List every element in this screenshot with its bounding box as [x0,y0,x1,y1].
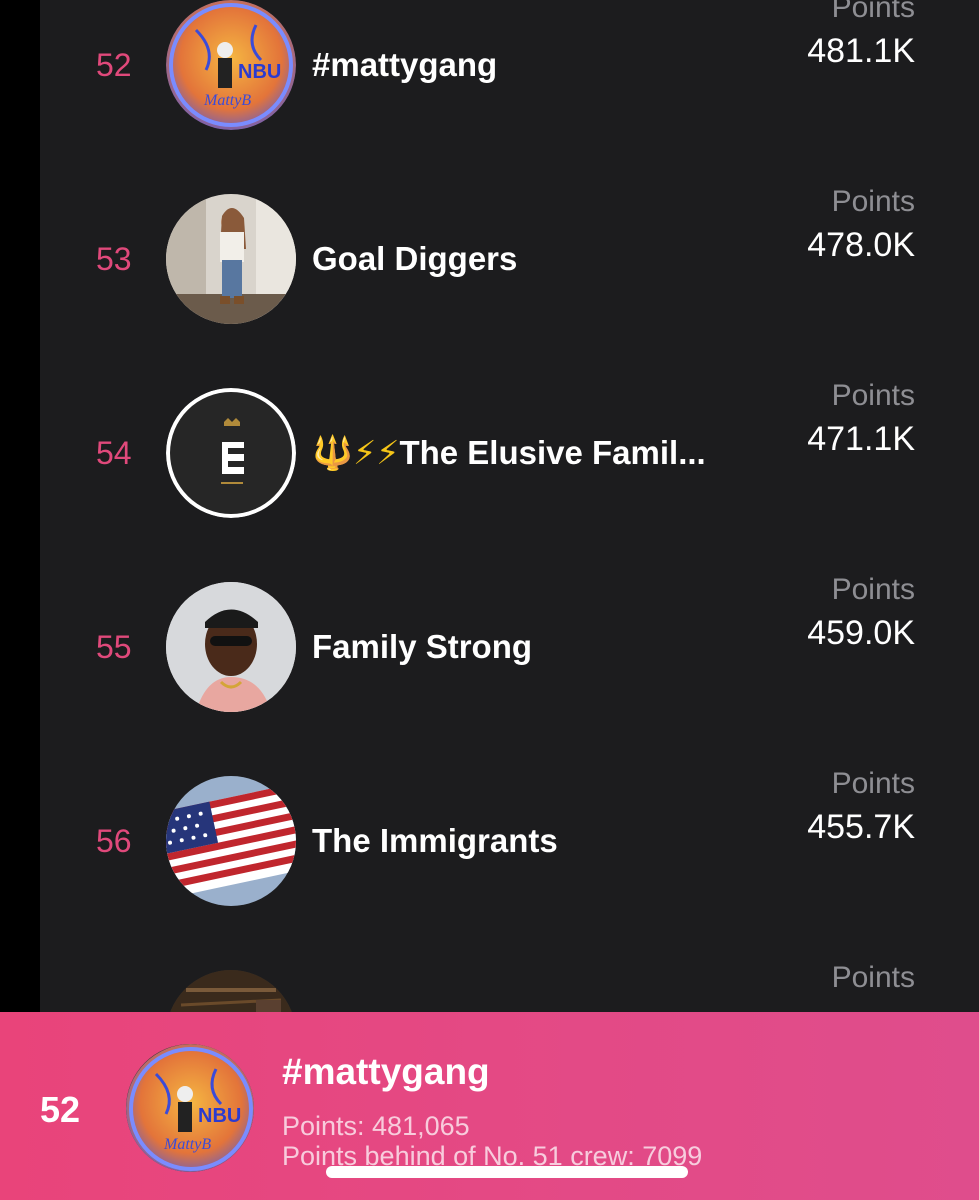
leaderboard-row[interactable]: 56 The Immigrants Points 455.7K [40,744,979,938]
crew-name: Family Strong [312,628,533,665]
crew-name: Goal Diggers [312,240,518,277]
points-label: Points [831,961,915,994]
svg-text:MattyB: MattyB [163,1136,211,1153]
points-value: 481.1K [807,32,915,70]
crew-name-text: The Elusive Famil... [399,434,706,471]
points-label: Points [831,0,915,24]
crew-name: #mattygang [312,46,498,83]
leaderboard-row[interactable]: 55 Family Strong Points 459.0K [40,550,979,744]
rank-number: 52 [96,47,132,83]
points-label: Points [831,767,915,800]
my-crew-avatar-nbu-logo[interactable]: NBU MattyB [126,1044,254,1172]
crew-name: 🔱⚡⚡The Elusive Famil... [312,431,812,475]
rank-number: 56 [96,823,132,859]
points-value: 478.0K [807,226,915,264]
leaderboard-row[interactable]: 53 Goal Diggers Points 478.0K [40,162,979,356]
my-crew-points: Points: 481,065 [282,1111,470,1141]
crew-avatar-nbu-logo[interactable]: NBU MattyB [166,0,296,130]
points-label: Points [831,185,915,218]
crew-avatar-man-sunglasses[interactable] [166,582,296,712]
lightning-bolt-icon: ⚡ [376,433,400,472]
my-crew-rank: 52 [40,1089,81,1130]
trident-icon: 🔱 [312,433,354,472]
crew-avatar-elusive-logo[interactable] [166,388,296,518]
rank-number: 53 [96,241,132,277]
crew-name: The Immigrants [312,822,558,859]
points-label: Points [831,379,915,412]
leaderboard-row[interactable]: 52 NBU MattyB #mattygang Points 481.1K [40,0,979,162]
svg-text:MattyB: MattyB [203,92,251,109]
my-crew-name: #mattygang [282,1051,490,1092]
crew-avatar-american-flag[interactable] [166,776,296,906]
points-value: 459.0K [807,614,915,652]
leaderboard-row[interactable]: 54 🔱⚡⚡The Elusive Famil... Points 471.1K [40,356,979,550]
points-value: 455.7K [807,808,915,846]
crew-avatar-woman-selfie[interactable] [166,194,296,324]
points-value: 471.1K [807,420,915,458]
rank-number: 54 [96,435,132,471]
rank-number: 55 [96,629,132,665]
svg-text:NBU: NBU [238,61,281,83]
lightning-bolt-icon: ⚡ [353,433,377,472]
points-label: Points [831,573,915,606]
home-indicator[interactable] [326,1166,688,1178]
svg-text:NBU: NBU [198,1105,241,1127]
